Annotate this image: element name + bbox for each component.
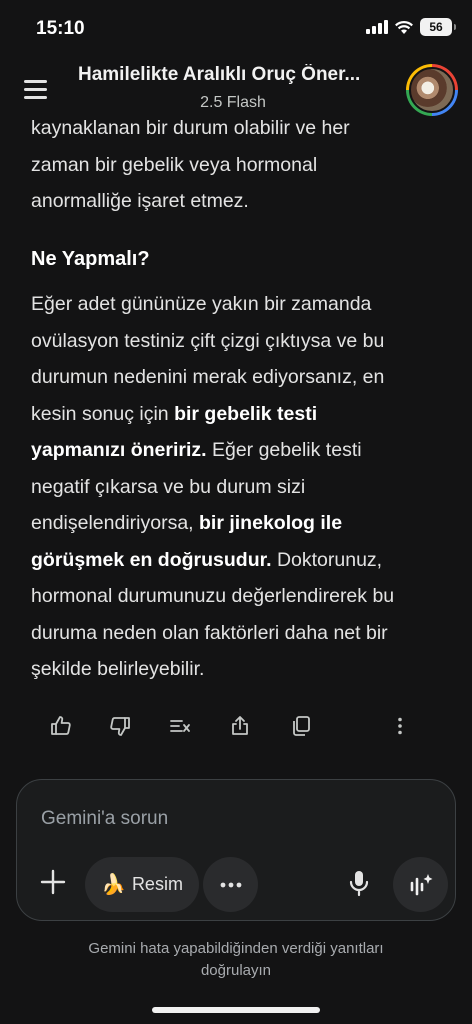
- wifi-icon: [395, 20, 413, 34]
- copy-icon[interactable]: [287, 712, 315, 740]
- text-line: görüşmek en doğrusudur. Doktorunuz,: [31, 542, 441, 579]
- signal-icon: [366, 20, 388, 34]
- mic-icon[interactable]: [344, 868, 374, 898]
- status-time: 15:10: [36, 18, 85, 39]
- bold-text: bir jinekolog ile: [199, 512, 343, 534]
- text-segment: durumun nedenini merak ediyorsanız, en: [31, 366, 385, 388]
- text-segment: Eğer gebelik testi: [206, 439, 362, 461]
- battery-icon: 56: [420, 18, 456, 36]
- more-tools-button[interactable]: [203, 857, 258, 912]
- text-line: anormalliğe işaret etmez.: [31, 190, 249, 212]
- chat-title[interactable]: Hamilelikte Aralıklı Oruç Öner...: [78, 64, 398, 86]
- share-icon[interactable]: [226, 712, 254, 740]
- text-line: yapmanızı öneririz. Eğer gebelik testi: [31, 432, 441, 469]
- bold-text: yapmanızı öneririz.: [31, 439, 207, 461]
- text-segment: şekilde belirleyebilir.: [31, 658, 205, 680]
- status-icons: 56: [366, 18, 456, 36]
- disclaimer: Gemini hata yapabildiğinden verdiği yanı…: [40, 938, 432, 982]
- bold-text: görüşmek en doğrusudur.: [31, 548, 272, 571]
- previous-paragraph: kaynaklanan bir durum olabilir ve her za…: [31, 110, 441, 220]
- banana-icon: 🍌: [101, 874, 126, 896]
- text-segment: duruma neden olan faktörleri daha net bi…: [31, 621, 388, 644]
- text-line: durumun nedenini merak ediyorsanız, en: [31, 359, 441, 396]
- text-line: duruma neden olan faktörleri daha net bi…: [31, 615, 441, 652]
- text-segment: hormonal durumunuzu değerlendirerek bu: [31, 585, 395, 607]
- text-segment: Doktorunuz,: [271, 548, 383, 571]
- text-segment: kesin sonuç için: [31, 402, 175, 425]
- home-indicator[interactable]: [152, 1007, 320, 1013]
- top-app-bar: Hamilelikte Aralıklı Oruç Öner... 2.5 Fl…: [0, 56, 472, 120]
- image-tool-label: Resim: [131, 874, 183, 894]
- disclaimer-line: doğrulayın: [200, 962, 272, 979]
- image-tool-button[interactable]: 🍌 Resim: [85, 857, 199, 912]
- response-paragraph: Eğer adet gününüze yakın bir zamanda ovül…: [31, 286, 441, 688]
- menu-icon[interactable]: [22, 78, 50, 102]
- thumbs-down-icon[interactable]: [106, 712, 134, 740]
- modify-response-icon[interactable]: [166, 712, 194, 740]
- section-heading: Ne Yapmalı?: [31, 248, 150, 270]
- thumbs-up-icon[interactable]: [47, 712, 75, 740]
- status-bar: 15:10 56: [0, 0, 472, 56]
- text-line: negatif çıkarsa ve bu durum sizi: [31, 469, 441, 506]
- text-line: zaman bir gebelik veya hormonal: [31, 153, 318, 176]
- text-segment: ovülasyon testiniz çift çizgi çıktıysa v…: [31, 329, 385, 352]
- disclaimer-line: Gemini hata yapabildiğinden verdiği yanı…: [88, 940, 384, 957]
- text-line: hormonal durumunuzu değerlendirerek bu: [31, 578, 441, 615]
- response-actions: [0, 708, 472, 744]
- text-line: kesin sonuç için bir gebelik testi: [31, 396, 441, 433]
- bold-text: bir gebelik testi: [174, 402, 318, 425]
- text-line: endişelendiriyorsa, bir jinekolog ile: [31, 505, 441, 542]
- text-segment: Eğer adet gününüze yakın bir zamanda: [31, 293, 372, 315]
- model-selector[interactable]: 2.5 Flash: [78, 94, 388, 112]
- avatar[interactable]: [406, 64, 458, 116]
- more-vert-icon[interactable]: [386, 712, 414, 740]
- prompt-composer: Gemini'a sorun 🍌 Resim: [16, 779, 456, 921]
- live-mode-icon[interactable]: [393, 857, 448, 912]
- text-line: Eğer adet gününüze yakın bir zamanda: [31, 286, 441, 323]
- add-icon[interactable]: [37, 866, 69, 898]
- text-line: ovülasyon testiniz çift çizgi çıktıysa v…: [31, 323, 441, 360]
- text-segment: endişelendiriyorsa,: [31, 512, 200, 534]
- text-segment: negatif çıkarsa ve bu durum sizi: [31, 475, 306, 498]
- prompt-input[interactable]: Gemini'a sorun: [41, 808, 168, 830]
- more-horiz-icon: [220, 882, 241, 887]
- text-line: şekilde belirleyebilir.: [31, 651, 441, 688]
- battery-level: 56: [429, 20, 443, 34]
